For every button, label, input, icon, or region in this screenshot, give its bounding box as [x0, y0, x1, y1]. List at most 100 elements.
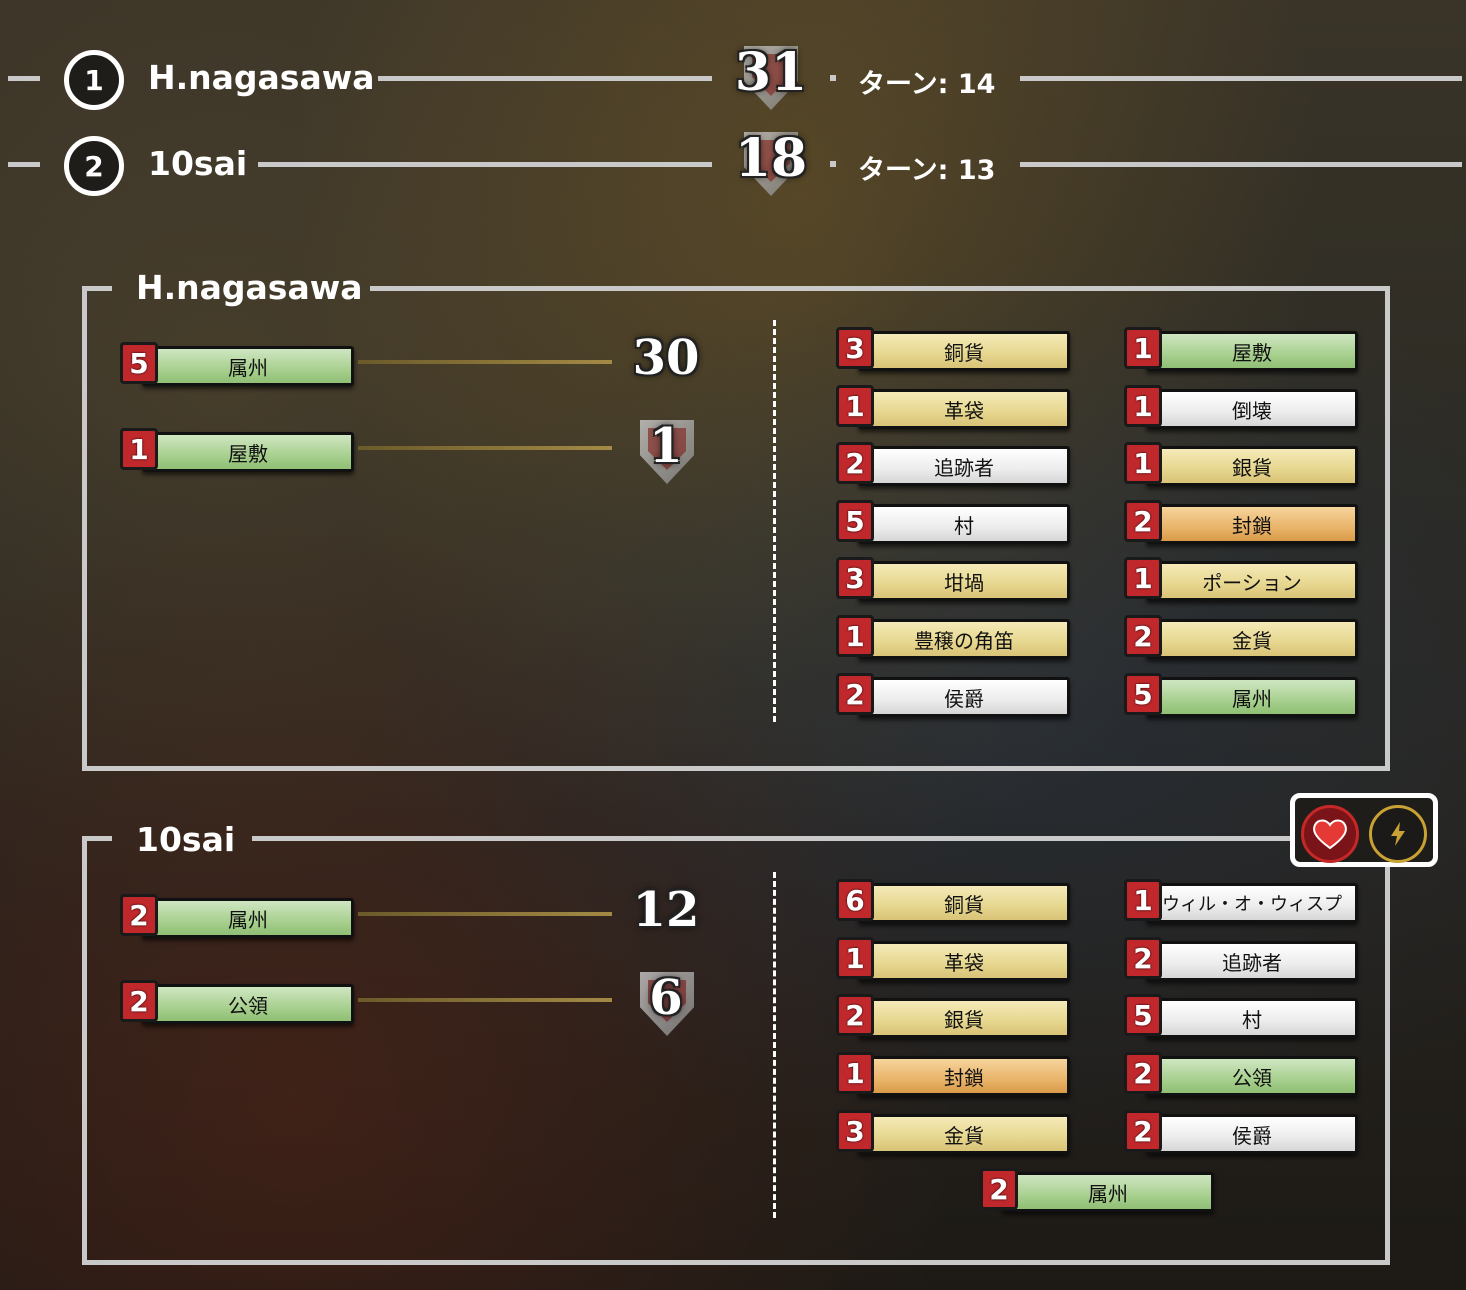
vp-points: 1	[649, 418, 683, 474]
vp-points: 6	[649, 970, 683, 1026]
card-count: 5	[836, 500, 874, 542]
rank-line	[1020, 162, 1462, 167]
card-label: 封鎖	[1146, 504, 1358, 544]
deck-card[interactable]: 侯爵 2	[1124, 1110, 1358, 1154]
deck-card[interactable]: ポーション 1	[1124, 557, 1358, 601]
deck-card[interactable]: 侯爵 2	[836, 673, 1070, 717]
card-label: 村	[1146, 998, 1358, 1038]
vp-card-province[interactable]: 属州 5	[120, 342, 354, 386]
deck-card[interactable]: 属州 2	[980, 1168, 1214, 1212]
card-count: 2	[1124, 1110, 1162, 1152]
card-label: 属州	[142, 346, 354, 386]
card-count: 2	[120, 980, 158, 1022]
card-label: 封鎖	[858, 1056, 1070, 1096]
status-icon-box	[1290, 793, 1438, 867]
rank-line	[1020, 76, 1462, 81]
vp-connector	[358, 360, 612, 364]
card-count: 1	[1124, 557, 1162, 599]
deck-card[interactable]: 銀貨 1	[1124, 442, 1358, 486]
panel-frame-top	[370, 286, 1390, 291]
deck-card[interactable]: 封鎖 1	[836, 1052, 1070, 1096]
card-label: 坩堝	[858, 561, 1070, 601]
vp-connector	[358, 912, 612, 916]
deck-card[interactable]: 追跡者 2	[836, 442, 1070, 486]
deck-card[interactable]: 屋敷 1	[1124, 327, 1358, 371]
dashed-divider	[773, 320, 776, 722]
vp-card-estate[interactable]: 屋敷 1	[120, 428, 354, 472]
deck-card[interactable]: 村5	[836, 500, 1070, 544]
deck-card[interactable]: 封鎖 2	[1124, 500, 1358, 544]
card-count: 2	[1124, 615, 1162, 657]
turn-count: ターン: 14	[858, 69, 996, 100]
card-label: 銀貨	[858, 998, 1070, 1038]
deck-card[interactable]: 革袋 1	[836, 385, 1070, 429]
card-count: 5	[1124, 673, 1162, 715]
card-count: 1	[120, 428, 158, 470]
card-label: 村	[858, 504, 1070, 544]
rank-badge: 2	[64, 136, 124, 196]
deck-card[interactable]: 属州 5	[1124, 673, 1358, 717]
card-label: 金貨	[1146, 619, 1358, 659]
deck-card[interactable]: 銀貨 2	[836, 994, 1070, 1038]
card-label: 銅貨	[858, 883, 1070, 923]
card-count: 2	[1124, 1052, 1162, 1094]
deck-card[interactable]: ウィル・オ・ウィスプ 1	[1124, 879, 1358, 923]
deck-card[interactable]: 銅貨 6	[836, 879, 1070, 923]
vp-card-province[interactable]: 属州 2	[120, 894, 354, 938]
card-label: 属州	[1002, 1172, 1214, 1212]
deck-card[interactable]: 村5	[1124, 994, 1358, 1038]
player-name[interactable]: 10sai	[148, 144, 247, 183]
card-count: 1	[836, 385, 874, 427]
rank-badge: 1	[64, 50, 124, 110]
card-count: 5	[1124, 994, 1162, 1036]
player-name[interactable]: H.nagasawa	[148, 58, 374, 97]
deck-card[interactable]: 公領 2	[1124, 1052, 1358, 1096]
card-label: 豊穣の角笛	[858, 619, 1070, 659]
card-count: 2	[836, 673, 874, 715]
panel-frame-top	[82, 836, 112, 841]
deck-card[interactable]: 倒壊 1	[1124, 385, 1358, 429]
heart-icon[interactable]	[1301, 805, 1359, 863]
deck-card[interactable]: 追跡者 2	[1124, 937, 1358, 981]
rank-line	[258, 162, 712, 167]
card-label: 公領	[142, 984, 354, 1024]
deck-card[interactable]: 坩堝 3	[836, 557, 1070, 601]
lightning-icon[interactable]	[1369, 805, 1427, 863]
card-label: 金貨	[858, 1114, 1070, 1154]
dashed-divider	[773, 872, 776, 1218]
card-label: 革袋	[858, 941, 1070, 981]
vp-card-duchy[interactable]: 公領 2	[120, 980, 354, 1024]
card-count: 2	[1124, 500, 1162, 542]
card-count: 1	[1124, 327, 1162, 369]
deck-card[interactable]: 豊穣の角笛 1	[836, 615, 1070, 659]
card-label: 属州	[1146, 677, 1358, 717]
card-count: 2	[120, 894, 158, 936]
card-count: 2	[980, 1168, 1018, 1210]
card-label: 屋敷	[142, 432, 354, 472]
card-count: 1	[1124, 879, 1162, 921]
rank-line	[8, 162, 40, 167]
deck-card[interactable]: 金貨 2	[1124, 615, 1358, 659]
card-count: 5	[120, 342, 158, 384]
deck-card[interactable]: 革袋 1	[836, 937, 1070, 981]
card-label: 公領	[1146, 1056, 1358, 1096]
card-label: ポーション	[1146, 561, 1358, 601]
panel-player-name: 10sai	[136, 820, 236, 859]
card-count: 2	[1124, 937, 1162, 979]
deck-card[interactable]: 銅貨 3	[836, 327, 1070, 371]
panel-frame-top	[82, 286, 112, 291]
card-count: 3	[836, 327, 874, 369]
card-label: 侯爵	[858, 677, 1070, 717]
vp-points: 30	[632, 330, 700, 386]
card-label: 銅貨	[858, 331, 1070, 371]
card-count: 1	[1124, 385, 1162, 427]
player-score: 31	[734, 42, 808, 103]
card-label: 屋敷	[1146, 331, 1358, 371]
separator-dot	[830, 161, 836, 167]
deck-card[interactable]: 金貨 3	[836, 1110, 1070, 1154]
card-count: 2	[836, 442, 874, 484]
card-label: 属州	[142, 898, 354, 938]
card-count: 1	[836, 615, 874, 657]
vp-points: 12	[632, 882, 700, 938]
card-label: 侯爵	[1146, 1114, 1358, 1154]
